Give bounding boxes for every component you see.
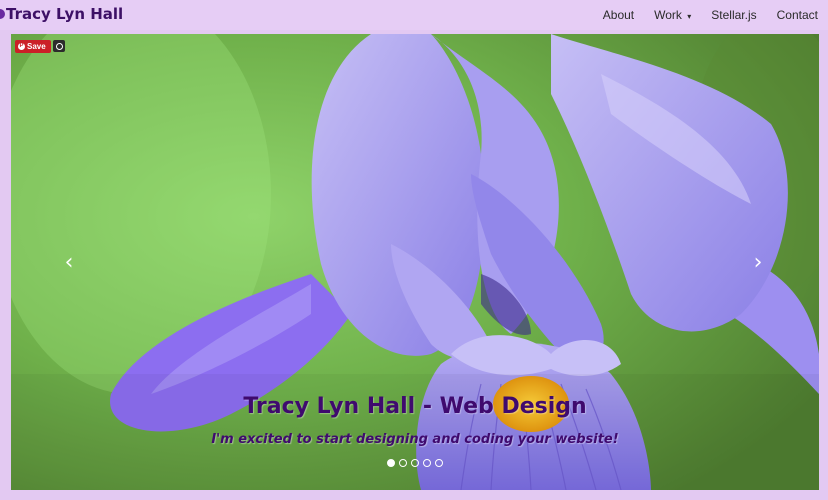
carousel-caption-title: Tracy Lyn Hall - Web Design — [243, 394, 587, 419]
carousel-indicators — [11, 459, 819, 467]
nav-item-about[interactable]: About — [593, 8, 644, 22]
carousel-prev-icon[interactable]: ‹ — [59, 250, 79, 276]
brand-logo[interactable]: Tracy Lyn Hall — [0, 5, 123, 23]
carousel-indicator-1[interactable] — [387, 459, 395, 467]
nav-menu: About Work ▾ Stellar.js Contact — [593, 0, 828, 30]
carousel-indicator-4[interactable] — [423, 459, 431, 467]
carousel-next-icon[interactable]: › — [748, 250, 768, 276]
pinterest-save-button[interactable]: P Save — [15, 40, 51, 53]
carousel-indicator-2[interactable] — [399, 459, 407, 467]
brand-mark-icon — [0, 9, 5, 19]
save-label: Save — [27, 42, 46, 51]
navbar: Tracy Lyn Hall About Work ▾ Stellar.js C… — [0, 0, 828, 30]
hero-carousel[interactable]: P Save ‹ › Tracy Lyn Hall - Web Design I… — [11, 34, 819, 490]
visual-search-icon[interactable] — [53, 40, 65, 52]
carousel-indicator-5[interactable] — [435, 459, 443, 467]
carousel-indicator-3[interactable] — [411, 459, 419, 467]
nav-item-contact[interactable]: Contact — [767, 8, 828, 22]
brand-title[interactable]: Tracy Lyn Hall — [6, 5, 123, 23]
nav-item-work[interactable]: Work ▾ — [644, 8, 701, 22]
carousel-caption-subtitle: I'm excited to start designing and codin… — [211, 432, 619, 447]
nav-item-work-label: Work — [654, 8, 682, 22]
iris-flower-image — [11, 34, 819, 490]
caret-down-icon: ▾ — [687, 12, 692, 21]
pinterest-icon: P — [18, 43, 25, 50]
nav-item-stellar[interactable]: Stellar.js — [701, 8, 766, 22]
